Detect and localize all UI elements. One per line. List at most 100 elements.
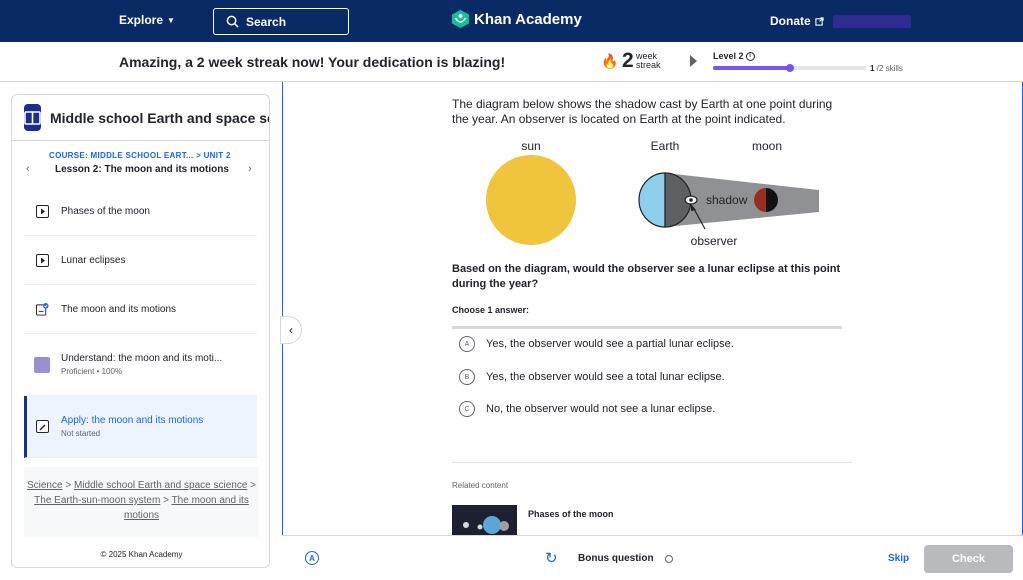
answer-choice-b[interactable]: B Yes, the observer would see a total lu… — [459, 369, 725, 385]
related-divider — [452, 462, 852, 463]
related-video-thumbnail[interactable] — [452, 505, 517, 535]
choice-text: Yes, the observer would see a total luna… — [486, 371, 725, 383]
previous-lesson-chevron-icon[interactable]: ‹ — [26, 163, 30, 175]
lesson-item-label: The moon and its motions — [61, 303, 177, 315]
accessibility-icon[interactable]: A — [305, 551, 319, 565]
skills-done: 1 — [870, 64, 875, 73]
book-icon — [24, 104, 41, 131]
earth-day-side — [638, 172, 666, 228]
article-complete-icon — [36, 302, 49, 316]
lesson-item-eclipses[interactable]: Lunar eclipses — [24, 236, 257, 285]
choice-text: Yes, the observer would see a partial lu… — [486, 338, 734, 350]
donate-label: Donate — [770, 14, 811, 28]
question-prompt: Based on the diagram, would the observer… — [452, 263, 841, 290]
logo-text: Khan Academy — [474, 10, 582, 28]
bonus-progress-dot — [665, 555, 673, 563]
lesson-item-apply[interactable]: Apply: the moon and its motions Not star… — [24, 396, 257, 458]
question-text: The diagram below shows the shadow cast … — [452, 97, 833, 126]
skills-total: /2 skills — [876, 64, 903, 73]
lesson-title: Lesson 2: The moon and its motions — [55, 164, 229, 175]
pencil-icon — [36, 420, 49, 433]
fire-icon: 🔥 — [601, 53, 619, 69]
answer-choice-a[interactable]: A Yes, the observer would see a partial … — [459, 336, 734, 352]
crumb-course: COURSE: MIDDLE SCHOOL EART... — [49, 151, 194, 160]
choice-letter: B — [459, 369, 475, 385]
copyright: © 2025 Khan Academy — [100, 550, 183, 559]
video-icon — [36, 204, 49, 218]
choice-letter: C — [459, 401, 475, 417]
lesson-item-label: Lunar eclipses — [61, 254, 126, 266]
breadcrumb-course[interactable]: Middle school Earth and space science — [74, 480, 247, 491]
donate-link[interactable]: Donate — [770, 14, 824, 28]
lesson-item-status: Not started — [61, 429, 101, 438]
video-icon — [36, 253, 49, 267]
chevron-down-icon: ▼ — [167, 15, 175, 25]
eclipse-diagram: sun Earth moon shadow observer — [486, 139, 819, 248]
search-icon — [226, 15, 239, 28]
sidebar-breadcrumb: Science > Middle school Earth and space … — [24, 467, 259, 537]
choose-instruction: Choose 1 answer: — [452, 305, 530, 315]
streak-unit: week streak — [636, 52, 661, 70]
info-icon[interactable]: i — [745, 51, 755, 61]
lesson-item-phases[interactable]: Phases of the moon — [24, 187, 257, 236]
lesson-item-understand[interactable]: Understand: the moon and its moti... Pro… — [24, 334, 257, 396]
choices-divider — [452, 326, 842, 329]
diagram-label-shadow: shadow — [706, 193, 748, 207]
course-title: Middle school Earth and space sc... — [50, 109, 270, 126]
choice-text: No, the observer would not see a lunar e… — [486, 403, 716, 415]
diagram-label-earth: Earth — [651, 139, 680, 153]
lesson-item-label: Phases of the moon — [61, 205, 150, 217]
level-progress-bar — [713, 64, 866, 72]
choice-letter: A — [459, 336, 475, 352]
external-link-icon — [815, 16, 824, 26]
related-title[interactable]: Phases of the moon — [528, 509, 614, 519]
breadcrumb-science[interactable]: Science — [27, 480, 63, 491]
skip-button[interactable]: Skip — [888, 553, 909, 564]
level-progress-knob — [785, 64, 794, 72]
lesson-items: Phases of the moon Lunar eclipses The mo… — [24, 187, 257, 458]
course-header[interactable]: Middle school Earth and space sc... — [12, 95, 270, 141]
related-heading: Related content — [452, 481, 509, 490]
eye-icon-pupil — [689, 198, 693, 202]
refresh-icon[interactable]: ↻ — [545, 549, 558, 567]
streak-message: Amazing, a 2 week streak now! Your dedic… — [119, 54, 506, 70]
khan-leaf-icon — [452, 10, 469, 28]
search-placeholder: Search — [246, 14, 287, 29]
course-unit-crumb[interactable]: COURSE: MIDDLE SCHOOL EART... > UNIT 2 — [49, 151, 231, 160]
diagram-label-moon: moon — [752, 139, 782, 153]
crumb-unit: > UNIT 2 — [196, 151, 231, 160]
proficient-square-icon — [34, 356, 50, 373]
skills-count: 1 /2 skills — [870, 64, 903, 73]
breadcrumb-sep: > — [65, 480, 72, 491]
lesson-item-status: Proficient • 100% — [61, 367, 123, 376]
breadcrumb-unit[interactable]: The Earth-sun-moon system — [34, 495, 160, 506]
search-input[interactable]: Search — [213, 8, 349, 35]
lesson-sidebar: Middle school Earth and space sc... COUR… — [11, 94, 270, 568]
diagram-label-sun: sun — [521, 139, 540, 153]
bonus-question-label: Bonus question — [578, 553, 654, 564]
lesson-item-article[interactable]: The moon and its motions — [24, 285, 257, 334]
lesson-item-label: Understand: the moon and its moti... — [61, 353, 223, 364]
explore-label: Explore — [119, 13, 164, 27]
level-text: Level 2 — [713, 51, 744, 61]
diagram-label-observer: observer — [691, 234, 738, 248]
answer-choice-c[interactable]: C No, the observer would not see a lunar… — [459, 401, 715, 417]
level-progress-fill — [713, 66, 790, 70]
streak-unit-streak: streak — [636, 60, 661, 70]
next-lesson-chevron-icon[interactable]: › — [248, 163, 252, 175]
chevron-left-icon: ‹ — [289, 323, 293, 337]
khan-academy-logo[interactable]: Khan Academy — [452, 10, 582, 28]
check-button[interactable]: Check — [924, 545, 1013, 573]
streak-bar: Amazing, a 2 week streak now! Your dedic… — [0, 42, 1023, 82]
explore-menu[interactable]: Explore ▼ — [119, 13, 175, 27]
breadcrumb-sep: > — [163, 495, 169, 506]
breadcrumb-sep: > — [250, 480, 257, 491]
account-menu[interactable] — [833, 15, 911, 28]
lesson-item-text: Understand: the moon and its moti... Pro… — [61, 353, 222, 376]
streak-count: 2 — [622, 49, 634, 72]
play-arrow-icon[interactable] — [690, 55, 697, 67]
top-nav: Explore ▼ Search Khan Academy Donate — [0, 0, 1023, 42]
exercise-footer: A ↻ Bonus question Skip Check — [282, 535, 1023, 580]
lesson-item-text: Apply: the moon and its motions Not star… — [61, 415, 203, 438]
lesson-item-label: Apply: the moon and its motions — [61, 415, 204, 426]
